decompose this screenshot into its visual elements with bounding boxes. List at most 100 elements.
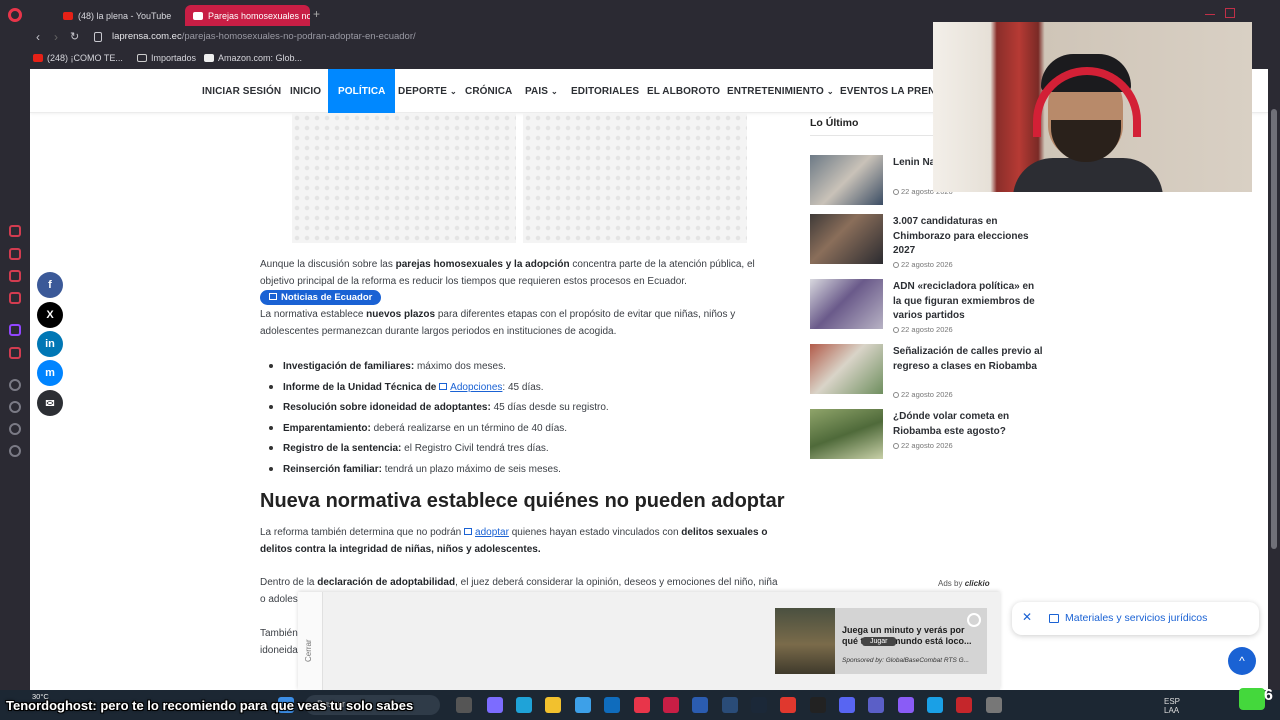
image-placeholder-left <box>292 113 516 243</box>
close-icon[interactable]: ✕ <box>1022 610 1032 624</box>
news-date: 22 agosto 2026 <box>893 441 953 450</box>
task-view-icon[interactable] <box>456 697 472 713</box>
x-share-button[interactable]: X <box>37 302 63 328</box>
chat-icon[interactable] <box>9 270 21 282</box>
news-title[interactable]: ¿Dónde volar cometa en Riobamba este ago… <box>893 410 1043 439</box>
adopciones-link[interactable]: Adopciones <box>450 382 502 393</box>
music-icon[interactable] <box>9 292 21 304</box>
clock-icon <box>893 189 899 195</box>
epic-games-icon[interactable] <box>810 697 826 713</box>
messenger-icon[interactable] <box>9 225 21 237</box>
edge-icon[interactable] <box>516 697 532 713</box>
opera-logo-icon[interactable] <box>8 8 22 22</box>
youtube-icon <box>63 11 73 20</box>
app-icon[interactable] <box>722 697 738 713</box>
paragraph-3: La reforma también determina que no podr… <box>260 524 785 558</box>
text: 45 días desde su registro. <box>490 402 609 413</box>
news-thumbnail <box>810 155 883 205</box>
opera-icon[interactable] <box>663 697 679 713</box>
back-icon[interactable]: ‹ <box>36 30 40 44</box>
ad-close-button[interactable]: Cerrar <box>298 592 323 690</box>
sidebar-news-item[interactable]: ¿Dónde volar cometa en Riobamba este ago… <box>810 409 1050 461</box>
app-purple-icon[interactable] <box>898 697 914 713</box>
bookmark-youtube[interactable]: (248) ¡COMO TE... <box>33 53 123 63</box>
ad-play-button[interactable]: Jugar <box>862 637 896 646</box>
nav-entretenimiento[interactable]: ENTRETENIMIENTO ⌄ <box>727 69 834 113</box>
url-field[interactable]: laprensa.com.ec/parejas-homosexuales-no-… <box>112 31 416 42</box>
news-title[interactable]: Señalización de calles previo al regreso… <box>893 345 1043 374</box>
lang-bottom: LAA <box>1164 706 1180 715</box>
text: quienes hayan estado vinculados con <box>508 527 682 538</box>
maximize-icon[interactable] <box>1225 8 1235 18</box>
nav-pais[interactable]: PAIS ⌄ <box>525 69 558 113</box>
forward-icon[interactable]: › <box>54 30 58 44</box>
linkedin-share-button[interactable]: in <box>37 331 63 357</box>
browser-sidebar <box>0 0 30 690</box>
scroll-thumb[interactable] <box>1271 109 1277 549</box>
settings-icon[interactable] <box>9 445 21 457</box>
copilot-icon[interactable] <box>487 697 503 713</box>
twitch-icon[interactable] <box>9 324 21 336</box>
history-icon[interactable] <box>9 401 21 413</box>
ads-by-clickio[interactable]: Ads by clickio <box>932 575 1000 592</box>
messenger-share-button[interactable]: m <box>37 360 63 386</box>
language-indicator[interactable]: ESP LAA <box>1164 697 1180 715</box>
store-icon[interactable] <box>575 697 591 713</box>
paragraph-5: También idoneida <box>260 625 300 659</box>
sidebar-news-item[interactable]: Señalización de calles previo al regreso… <box>810 344 1050 399</box>
reload-icon[interactable]: ↻ <box>70 30 79 43</box>
obs-icon[interactable] <box>634 697 650 713</box>
extensions-icon[interactable] <box>9 423 21 435</box>
scroll-to-top-button[interactable]: ^ <box>1228 647 1256 675</box>
bag-icon[interactable] <box>9 248 21 260</box>
tab-label: (48) la plena - YouTube <box>78 10 172 21</box>
news-title[interactable]: 3.007 candidaturas en Chimborazo para el… <box>893 215 1043 259</box>
app-red-icon[interactable] <box>780 697 796 713</box>
nav-cronica[interactable]: CRÓNICA <box>465 69 512 113</box>
list-item: Emparentamiento: deberá realizarse en un… <box>269 421 793 442</box>
news-date: 22 agosto 2026 <box>893 260 953 269</box>
bookmark-label: (248) ¡COMO TE... <box>47 53 123 63</box>
page-scrollbar[interactable] <box>1268 69 1280 690</box>
word-icon[interactable] <box>692 697 708 713</box>
chip-label: Materiales y servicios jurídicos <box>1065 612 1208 624</box>
nav-label: PAIS <box>525 85 548 97</box>
outlook-icon[interactable] <box>604 697 620 713</box>
steam-icon[interactable] <box>751 697 767 713</box>
related-topic-chip[interactable]: ✕ Materiales y servicios jurídicos <box>1012 602 1259 635</box>
tab-youtube[interactable]: (48) la plena - YouTube <box>55 5 185 26</box>
bookmark-amazon[interactable]: Amazon.com: Glob... <box>204 53 302 63</box>
facebook-share-button[interactable]: f <box>37 272 63 298</box>
noticias-ecuador-pill[interactable]: Noticias de Ecuador <box>260 290 382 305</box>
teams-icon[interactable] <box>868 697 884 713</box>
crypto-wallet-icon[interactable] <box>9 379 21 391</box>
nav-deporte[interactable]: DEPORTE ⌄ <box>398 69 457 113</box>
bookmark-importados[interactable]: Importados <box>137 53 196 63</box>
email-share-button[interactable]: ✉ <box>37 390 63 416</box>
gear-icon[interactable] <box>986 697 1002 713</box>
image-placeholder-right <box>523 113 747 243</box>
discord-icon[interactable] <box>839 697 855 713</box>
bookmark-label: Importados <box>151 53 197 63</box>
sidebar-news-item[interactable]: 3.007 candidaturas en Chimborazo para el… <box>810 214 1050 269</box>
sidebar-news-item[interactable]: ADN «recicladora política» en la que fig… <box>810 279 1050 334</box>
news-thumbnail <box>810 409 883 459</box>
nav-el-alboroto[interactable]: EL ALBOROTO <box>647 69 720 113</box>
ad-card[interactable]: Juega un minuto y verás por qué todo el … <box>775 608 987 674</box>
new-tab-icon[interactable]: + <box>313 7 320 21</box>
text: Aunque la discusión sobre las <box>260 259 396 270</box>
app-blue-icon[interactable] <box>927 697 943 713</box>
app-red2-icon[interactable] <box>956 697 972 713</box>
nav-inicio[interactable]: INICIO <box>290 69 321 113</box>
list-item: Registro de la sentencia: el Registro Ci… <box>269 441 793 462</box>
nav-editoriales[interactable]: EDITORIALES <box>571 69 639 113</box>
list-item: Resolución sobre idoneidad de adoptantes… <box>269 400 793 421</box>
file-explorer-icon[interactable] <box>545 697 561 713</box>
section-heading: Nueva normativa establece quiénes no pue… <box>260 490 785 512</box>
percent-icon[interactable] <box>9 347 21 359</box>
news-title[interactable]: ADN «recicladora política» en la que fig… <box>893 280 1043 324</box>
tab-laprensa[interactable]: Parejas homosexuales no p <box>185 5 310 26</box>
nav-politica[interactable]: POLÍTICA <box>328 69 396 113</box>
adoptar-link[interactable]: adoptar <box>475 527 509 538</box>
nav-iniciar-sesion[interactable]: INICIAR SESIÓN <box>202 69 281 113</box>
